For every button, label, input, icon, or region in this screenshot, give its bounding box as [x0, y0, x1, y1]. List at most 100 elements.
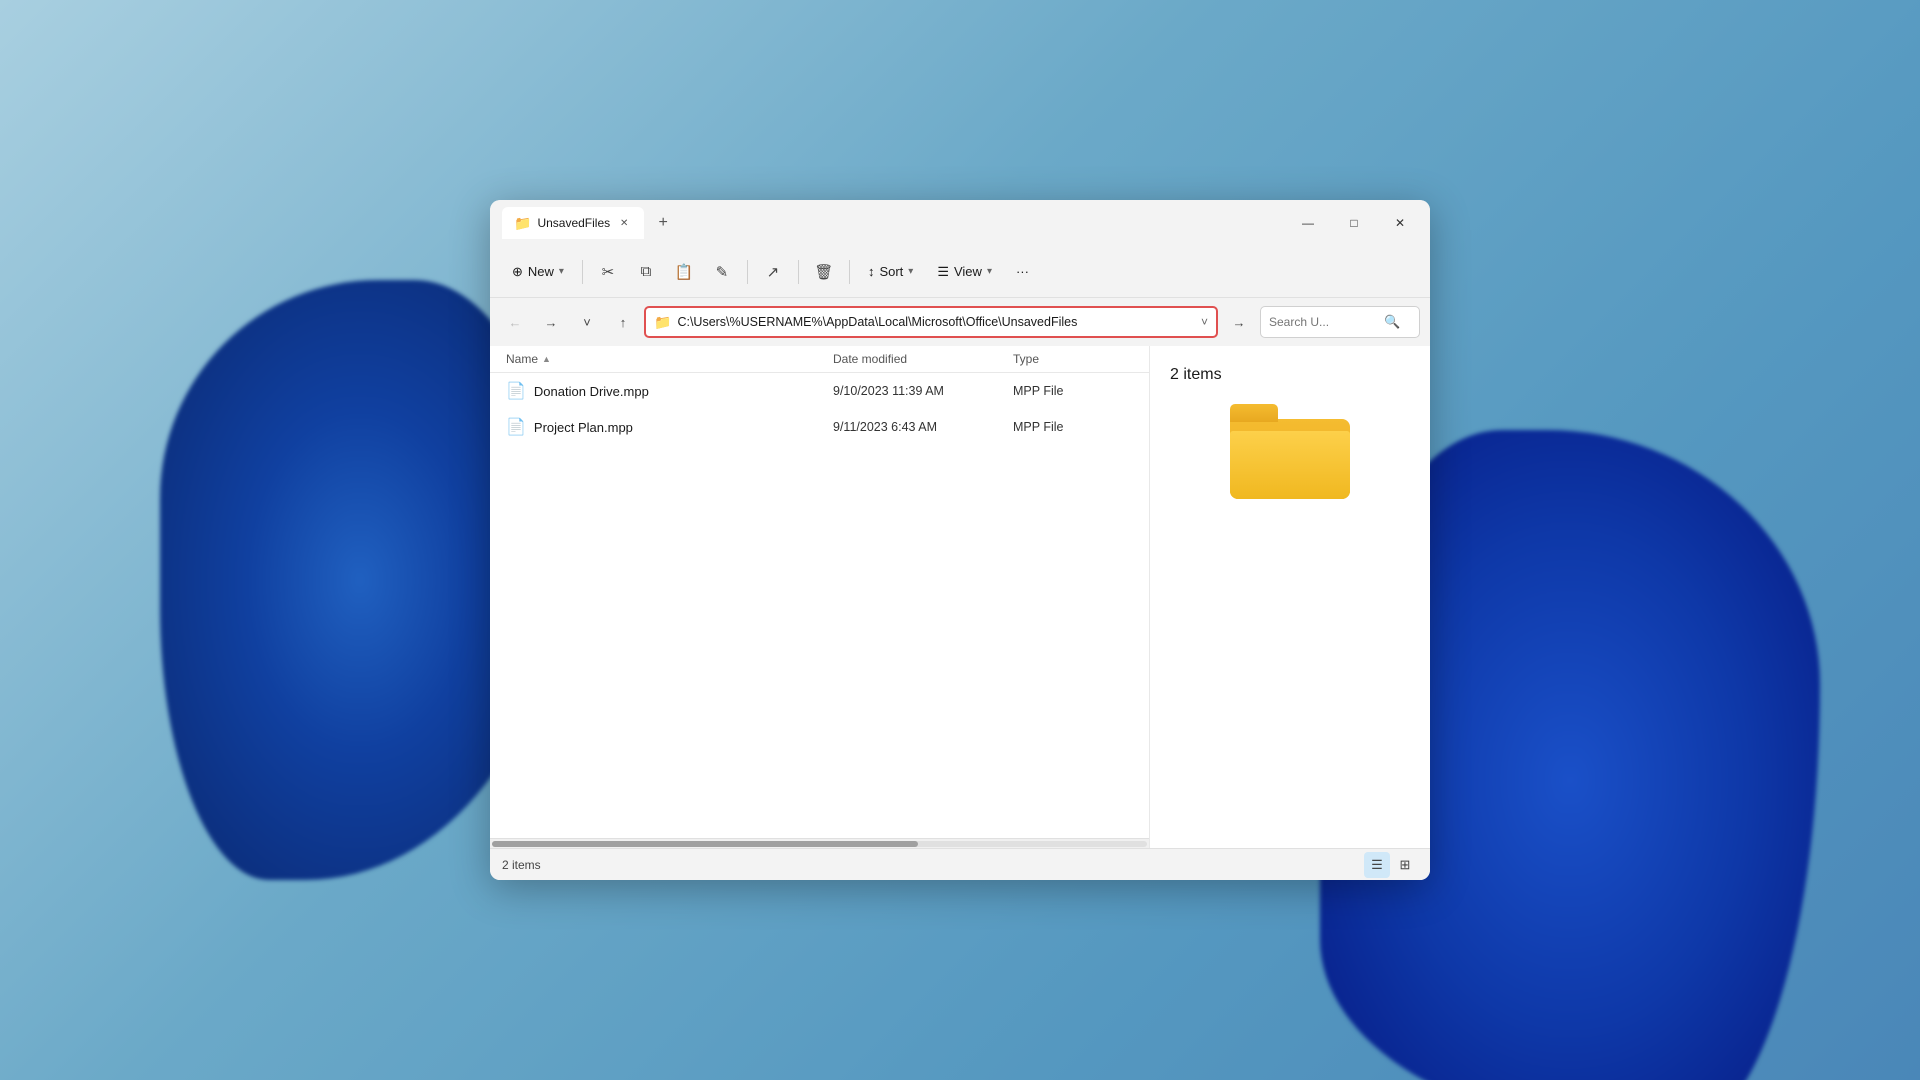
- copy-button[interactable]: ⧉: [629, 255, 663, 289]
- sort-icon: ↕: [868, 264, 875, 279]
- file-name-cell: 📄 Donation Drive.mpp: [506, 381, 833, 401]
- file-date: 9/11/2023 6:43 AM: [833, 420, 1013, 434]
- address-chevron-icon[interactable]: ˅: [1201, 315, 1208, 329]
- new-chevron-icon: ▾: [559, 266, 564, 277]
- file-type: MPP File: [1013, 384, 1133, 398]
- file-list-panel: Name ▲ Date modified Type 📄 Donation Dri…: [490, 346, 1150, 848]
- toolbar-separator-4: [849, 260, 850, 284]
- column-header-name[interactable]: Name ▲: [506, 352, 833, 366]
- search-bar[interactable]: 🔍: [1260, 306, 1420, 338]
- scrollbar-track: [492, 841, 1147, 847]
- window-controls: — □ ✕: [1286, 207, 1422, 239]
- view-chevron-icon: ▾: [987, 266, 992, 277]
- search-icon: 🔍: [1384, 314, 1400, 330]
- rename-button[interactable]: ✎: [705, 255, 739, 289]
- paste-icon: 📋: [675, 263, 694, 281]
- forward-icon: →: [545, 315, 558, 330]
- share-icon: ↗: [767, 263, 780, 281]
- maximize-button[interactable]: □: [1332, 207, 1376, 239]
- new-button[interactable]: ⊕ New ▾: [502, 255, 574, 289]
- rename-icon: ✎: [716, 263, 729, 281]
- file-row[interactable]: 📄 Project Plan.mpp 9/11/2023 6:43 AM MPP…: [490, 409, 1149, 445]
- delete-button[interactable]: 🗑: [807, 255, 841, 289]
- more-icon: ···: [1016, 264, 1029, 279]
- up-icon: ↑: [620, 315, 627, 330]
- list-view-button[interactable]: ☰: [1364, 852, 1390, 878]
- status-item-count: 2 items: [502, 858, 541, 872]
- address-input[interactable]: [677, 315, 1195, 329]
- share-button[interactable]: ↗: [756, 255, 790, 289]
- view-toggle: ☰ ⊞: [1364, 852, 1418, 878]
- copy-icon: ⧉: [641, 263, 652, 280]
- file-icon: 📄: [506, 381, 526, 401]
- file-name: Donation Drive.mpp: [534, 384, 649, 399]
- file-row[interactable]: 📄 Donation Drive.mpp 9/10/2023 11:39 AM …: [490, 373, 1149, 409]
- back-button[interactable]: ←: [500, 307, 530, 337]
- toolbar: ⊕ New ▾ ✂ ⧉ 📋 ✎ ↗ 🗑 ↕ Sort ▾: [490, 246, 1430, 298]
- title-bar-left: 📁 UnsavedFiles ✕ +: [502, 207, 1286, 239]
- column-header-date[interactable]: Date modified: [833, 352, 1013, 366]
- column-header-type[interactable]: Type: [1013, 352, 1133, 366]
- up-button[interactable]: ↑: [608, 307, 638, 337]
- more-button[interactable]: ···: [1006, 255, 1039, 289]
- file-name-cell: 📄 Project Plan.mpp: [506, 417, 833, 437]
- view-button[interactable]: ☰ View ▾: [927, 255, 1002, 289]
- address-folder-icon: 📁: [654, 314, 671, 331]
- toolbar-separator-2: [747, 260, 748, 284]
- new-plus-icon: ⊕: [512, 264, 523, 280]
- view-icon: ☰: [937, 264, 949, 280]
- folder-front: [1230, 431, 1350, 499]
- tab-folder-icon: 📁: [514, 215, 531, 232]
- grid-view-button[interactable]: ⊞: [1392, 852, 1418, 878]
- folder-tab: [1230, 404, 1278, 422]
- preview-item-count: 2 items: [1170, 366, 1222, 384]
- grid-view-icon: ⊞: [1400, 857, 1411, 873]
- search-input[interactable]: [1269, 315, 1379, 329]
- close-button[interactable]: ✕: [1378, 207, 1422, 239]
- minimize-icon: —: [1302, 216, 1314, 230]
- delete-icon: 🗑: [814, 263, 833, 281]
- content-area: Name ▲ Date modified Type 📄 Donation Dri…: [490, 346, 1430, 848]
- file-explorer-window: 📁 UnsavedFiles ✕ + — □ ✕ ⊕ New ▾ ✂: [490, 200, 1430, 880]
- sort-label: Sort: [879, 264, 903, 279]
- active-tab[interactable]: 📁 UnsavedFiles ✕: [502, 207, 644, 239]
- sort-arrow-up-icon: ▲: [542, 354, 551, 364]
- dropdown-icon: ˅: [583, 315, 591, 330]
- folder-shape: [1230, 404, 1350, 499]
- preview-folder-icon: [1230, 404, 1350, 504]
- tab-close-button[interactable]: ✕: [616, 215, 632, 231]
- title-bar: 📁 UnsavedFiles ✕ + — □ ✕: [490, 200, 1430, 246]
- minimize-button[interactable]: —: [1286, 207, 1330, 239]
- go-icon: →: [1233, 315, 1246, 330]
- scrollbar-thumb[interactable]: [492, 841, 918, 847]
- file-type: MPP File: [1013, 420, 1133, 434]
- forward-button[interactable]: →: [536, 307, 566, 337]
- list-view-icon: ☰: [1371, 857, 1383, 873]
- horizontal-scrollbar[interactable]: [490, 838, 1149, 848]
- cut-button[interactable]: ✂: [591, 255, 625, 289]
- back-icon: ←: [509, 315, 522, 330]
- file-date: 9/10/2023 11:39 AM: [833, 384, 1013, 398]
- address-bar-area: ← → ˅ ↑ 📁 ˅ → 🔍: [490, 298, 1430, 346]
- file-rows: 📄 Donation Drive.mpp 9/10/2023 11:39 AM …: [490, 373, 1149, 838]
- toolbar-separator-1: [582, 260, 583, 284]
- toolbar-separator-3: [798, 260, 799, 284]
- preview-panel: 2 items: [1150, 346, 1430, 848]
- status-bar: 2 items ☰ ⊞: [490, 848, 1430, 880]
- recent-locations-button[interactable]: ˅: [572, 307, 602, 337]
- address-go-button[interactable]: →: [1224, 307, 1254, 337]
- maximize-icon: □: [1350, 216, 1357, 230]
- sort-chevron-icon: ▾: [908, 266, 913, 277]
- tab-label: UnsavedFiles: [537, 216, 610, 230]
- new-label: New: [528, 264, 554, 279]
- paste-button[interactable]: 📋: [667, 255, 701, 289]
- new-tab-button[interactable]: +: [648, 208, 678, 238]
- column-headers: Name ▲ Date modified Type: [490, 346, 1149, 373]
- close-icon: ✕: [1395, 216, 1405, 230]
- sort-button[interactable]: ↕ Sort ▾: [858, 255, 923, 289]
- view-label: View: [954, 264, 982, 279]
- address-bar[interactable]: 📁 ˅: [644, 306, 1218, 338]
- file-icon: 📄: [506, 417, 526, 437]
- file-name: Project Plan.mpp: [534, 420, 633, 435]
- cut-icon: ✂: [602, 263, 615, 281]
